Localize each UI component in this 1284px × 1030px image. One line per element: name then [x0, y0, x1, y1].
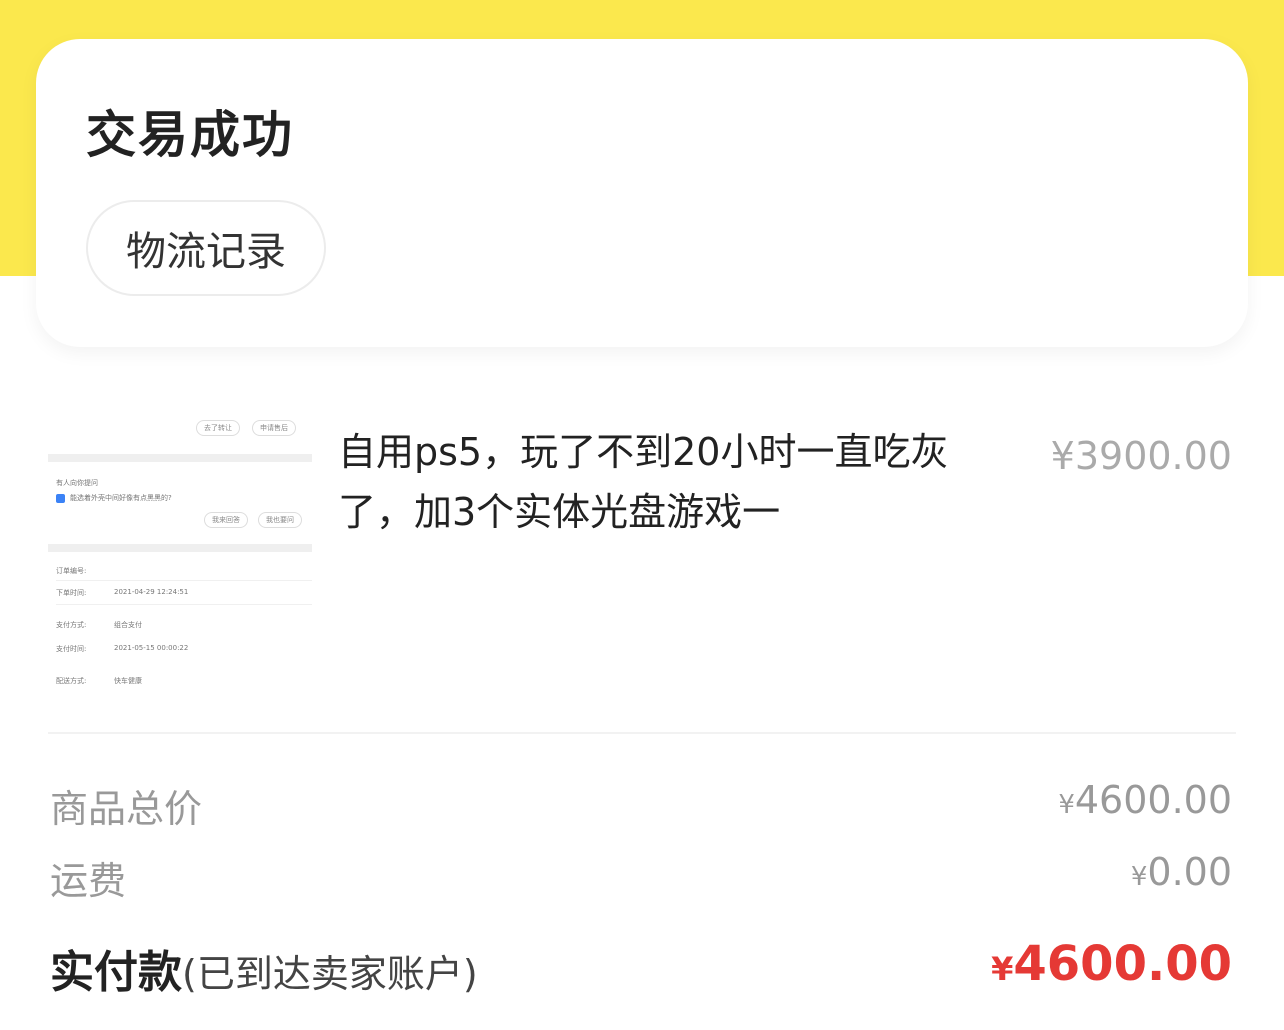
thumb-divider	[56, 604, 312, 605]
thumb-button: 我来回答	[204, 512, 248, 528]
thumb-row-label: 支付方式:	[56, 621, 87, 629]
thumb-row-value: 2021-04-29 12:24:51	[114, 588, 189, 596]
thumb-button: 我也要问	[258, 512, 302, 528]
currency-symbol: ¥	[991, 950, 1014, 988]
shipping-amount: 0.00	[1147, 850, 1232, 894]
thumb-checkbox-icon	[56, 494, 65, 503]
paid-amount-value: ¥4600.00	[991, 936, 1232, 992]
thumb-separator	[48, 454, 312, 462]
goods-total-amount: 4600.00	[1074, 778, 1232, 822]
thumb-button: 去了转让	[196, 420, 240, 436]
paid-amount-label: 实付款(已到达卖家账户)	[50, 936, 478, 1000]
thumb-question-text: 能选着外壳中间好像有点黑黑的?	[70, 494, 172, 502]
thumb-separator	[48, 544, 312, 552]
shipping-value: ¥0.00	[1131, 850, 1232, 894]
currency-symbol: ¥	[1130, 862, 1148, 892]
thumb-row-label: 支付时间:	[56, 645, 87, 653]
section-divider	[48, 732, 1236, 734]
thumb-row-label: 下单时间:	[56, 589, 87, 597]
goods-total-label: 商品总价	[50, 787, 203, 831]
product-thumbnail[interactable]: 去了转让 申请售后 有人向你提问 能选着外壳中间好像有点黑黑的? 我来回答 我也…	[48, 408, 312, 698]
paid-amount: 4600.00	[1013, 936, 1232, 992]
shipping-label: 运费	[50, 859, 127, 903]
thumb-question-header: 有人向你提问	[56, 479, 98, 487]
thumb-button: 申请售后	[252, 420, 296, 436]
currency-symbol: ¥	[1058, 790, 1075, 820]
thumb-divider	[56, 580, 312, 581]
thumb-row-value: 快车健康	[114, 677, 142, 685]
paid-amount-title: 实付款	[50, 947, 182, 998]
order-status-title: 交易成功	[86, 106, 294, 164]
thumb-row-label: 配送方式:	[56, 677, 87, 685]
thumb-row-value: 2021-05-15 00:00:22	[114, 644, 189, 652]
logistics-record-button[interactable]: 物流记录	[86, 200, 326, 296]
product-price: ¥3900.00	[1050, 434, 1232, 478]
thumb-row-value: 组合支付	[114, 621, 142, 629]
paid-amount-note: (已到达卖家账户)	[182, 952, 478, 996]
thumb-row-label: 订单编号:	[56, 567, 87, 575]
order-status-card: 交易成功 物流记录	[36, 39, 1248, 347]
product-title[interactable]: 自用ps5，玩了不到20小时一直吃灰了，加3个实体光盘游戏一	[338, 422, 978, 542]
goods-total-value: ¥4600.00	[1058, 778, 1232, 822]
